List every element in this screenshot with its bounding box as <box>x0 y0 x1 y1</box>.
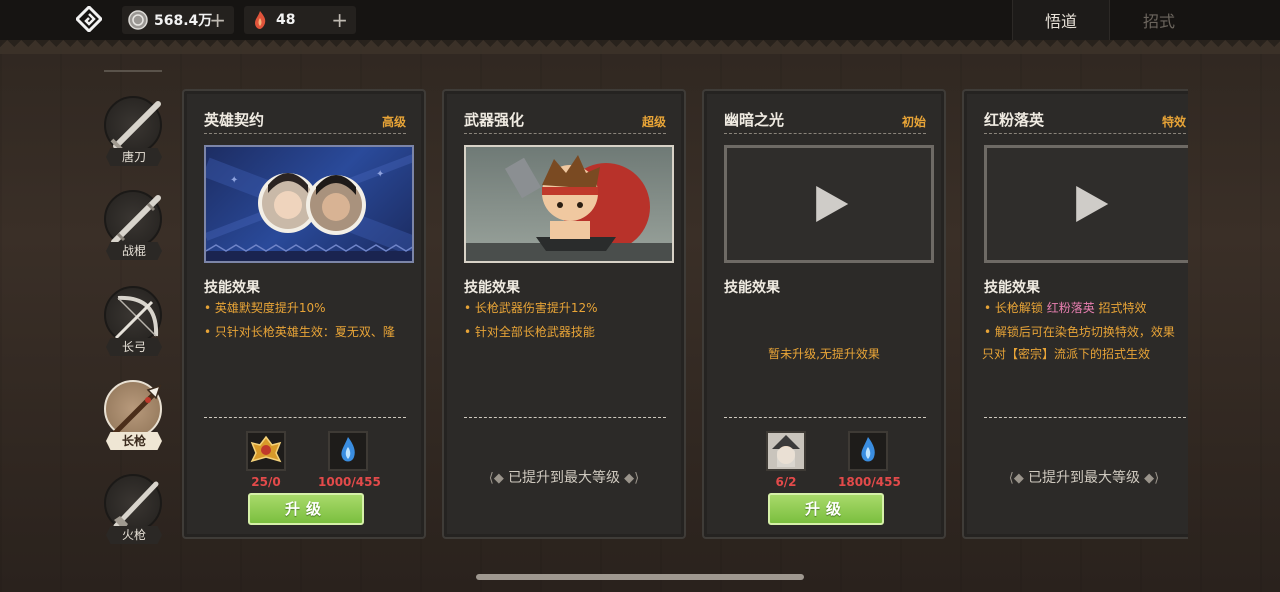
top-tabs: 悟道 招式 <box>1012 0 1208 40</box>
tab-zhaoshi[interactable]: 招式 <box>1110 0 1208 40</box>
nav-item-spear[interactable]: 长枪 <box>100 380 168 472</box>
nav-label: 战棍 <box>106 242 162 260</box>
blacksmith-hero-image <box>464 145 674 263</box>
card-grade: 特效 <box>1161 115 1186 129</box>
effect-text: • 长枪解锁 <box>984 301 1047 315</box>
tab-wudao[interactable]: 悟道 <box>1012 0 1110 40</box>
card-title: 幽暗之光 <box>724 111 785 129</box>
play-icon[interactable] <box>1076 186 1109 222</box>
effect-line: • 长枪解锁 红粉落英 招式特效 <box>984 299 1188 317</box>
video-placeholder[interactable] <box>724 145 934 263</box>
silver-value: 568.4万 <box>154 13 213 29</box>
nav-item-war-staff[interactable]: 战棍 <box>100 190 168 282</box>
nav-divider <box>104 70 162 72</box>
cost-item: 25/0 <box>236 431 296 489</box>
cost-value: 6/2 <box>775 475 797 489</box>
card-divider <box>204 133 406 134</box>
nav-item-tang-sword[interactable]: 唐刀 <box>100 96 168 188</box>
cost-item: 1000/455 <box>318 431 381 489</box>
card-title: 红粉落英 <box>984 111 1045 129</box>
cost-item: 6/2 <box>756 431 816 489</box>
card-divider <box>984 133 1186 134</box>
skill-card-weapon-enhance: 武器强化 超级 技能效果 • 长枪武器伤害提升12% • 针对全部长枪武器技能 … <box>442 89 686 539</box>
card-title: 英雄契约 <box>204 111 265 129</box>
ornament-left-icon: ⟨◆ <box>1008 471 1028 486</box>
effect-line: • 只针对长枪英雄生效：夏无双、隆 <box>204 325 395 339</box>
card-divider <box>984 417 1186 418</box>
max-level-notice: ⟨◆ 已提升到最大等级 ◆⟩ <box>444 467 684 487</box>
max-level-text: 已提升到最大等级 <box>508 470 620 486</box>
nav-item-musket[interactable]: 火枪 <box>100 474 168 566</box>
ornament-right-icon: ◆⟩ <box>1140 471 1160 486</box>
add-silver-button[interactable]: + <box>209 8 226 32</box>
no-effect-text: 暂未升级,无提升效果 <box>768 347 880 361</box>
svg-text:✦: ✦ <box>230 175 238 186</box>
nav-label: 唐刀 <box>106 148 162 166</box>
effect-line: • 解锁后可在染色坊切换特效，效果 <box>984 325 1175 339</box>
max-level-notice: ⟨◆ 已提升到最大等级 ◆⟩ <box>964 467 1188 487</box>
cost-value: 1000/455 <box>318 475 381 489</box>
hero-portraits-art: ✦ ✦ <box>206 154 412 261</box>
effect-line: • 英雄默契度提升10% <box>204 301 326 315</box>
effect-highlight: 红粉落英 <box>1046 301 1095 315</box>
max-level-text: 已提升到最大等级 <box>1028 470 1140 486</box>
card-divider <box>464 133 666 134</box>
effect-line: 只对【密宗】流派下的招式生效 <box>982 347 1151 361</box>
card-grade: 初始 <box>901 115 926 129</box>
cost-item: 1800/455 <box>838 431 901 489</box>
effect-line: • 长枪武器伤害提升12% <box>464 301 598 315</box>
silver-currency: 568.4万 + <box>122 6 234 34</box>
blue-flame-icon <box>328 431 368 471</box>
game-logo-icon[interactable] <box>76 6 102 32</box>
hero-portraits-image: ✦ ✦ <box>204 145 414 263</box>
ornament-left-icon: ⟨◆ <box>488 471 508 486</box>
silver-coin-icon <box>128 10 148 30</box>
effect-text: 招式特效 <box>1094 301 1147 315</box>
effect-label: 技能效果 <box>204 280 260 296</box>
top-bar-trim <box>0 40 1280 54</box>
nav-label: 火枪 <box>106 526 162 544</box>
card-divider <box>464 417 666 418</box>
gold-emblem-icon <box>246 431 286 471</box>
nav-label: 长枪 <box>106 432 162 450</box>
play-icon[interactable] <box>816 186 849 222</box>
card-grade: 超级 <box>641 115 666 129</box>
svg-text:✦: ✦ <box>376 169 384 180</box>
blue-flame-icon <box>848 431 888 471</box>
effect-label: 技能效果 <box>724 280 780 296</box>
nav-label: 长弓 <box>106 338 162 356</box>
effect-line: • 针对全部长枪武器技能 <box>464 325 595 339</box>
cost-value: 25/0 <box>251 475 281 489</box>
skill-card-dark-light: 幽暗之光 初始 技能效果 暂未升级,无提升效果 6/2 1800/455 升级 <box>702 89 946 539</box>
upgrade-button[interactable]: 升级 <box>768 493 884 525</box>
witch-hero-icon <box>766 431 806 471</box>
video-placeholder[interactable] <box>984 145 1188 263</box>
effect-label: 技能效果 <box>984 280 1040 296</box>
card-grade: 高级 <box>381 115 406 129</box>
blacksmith-hero-art <box>466 155 672 261</box>
skill-cards: 英雄契约 高级 ✦ ✦ 技能效果 • 英雄默契度提升10% • 只针对长枪英雄生… <box>180 84 1188 544</box>
skill-card-pink-petals: 红粉落英 特效 技能效果 • 长枪解锁 红粉落英 招式特效 • 解锁后可在染色坊… <box>962 89 1188 539</box>
upgrade-button[interactable]: 升级 <box>248 493 364 525</box>
effect-label: 技能效果 <box>464 280 520 296</box>
card-title: 武器强化 <box>464 111 525 129</box>
card-divider <box>724 133 926 134</box>
ornament-right-icon: ◆⟩ <box>620 471 640 486</box>
cost-value: 1800/455 <box>838 475 901 489</box>
flame-gem-icon <box>255 11 266 29</box>
card-divider <box>204 417 406 418</box>
nav-item-longbow[interactable]: 长弓 <box>100 286 168 378</box>
gem-value: 48 <box>276 12 296 28</box>
skill-card-hero-contract: 英雄契约 高级 ✦ ✦ 技能效果 • 英雄默契度提升10% • 只针对长枪英雄生… <box>182 89 426 539</box>
gem-currency: 48 + <box>244 6 356 34</box>
add-gem-button[interactable]: + <box>331 8 348 32</box>
card-divider <box>724 417 926 418</box>
home-indicator[interactable] <box>476 574 804 580</box>
